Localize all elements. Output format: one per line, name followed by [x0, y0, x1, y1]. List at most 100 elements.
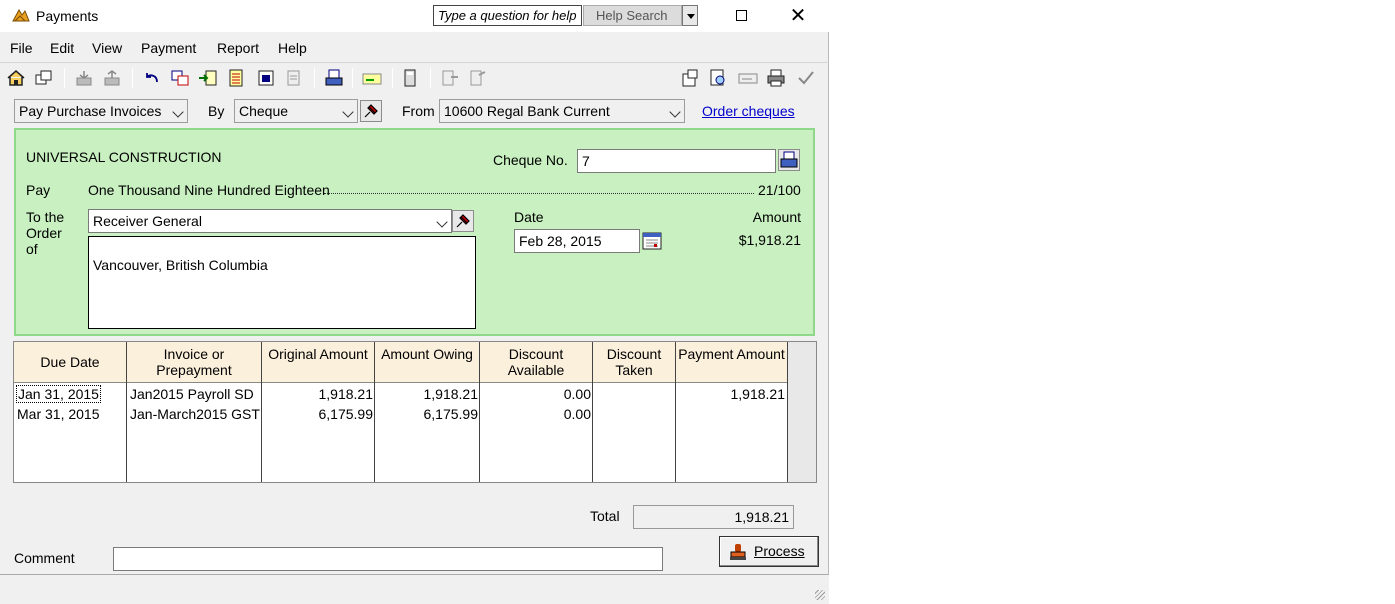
home-icon[interactable]: [6, 69, 26, 87]
chevron-down-icon: [669, 106, 681, 118]
from-label: From: [402, 103, 435, 119]
payment-method-value: Cheque: [239, 103, 289, 119]
from-account-select[interactable]: 10600 Regal Bank Current: [439, 99, 685, 123]
app-logo-icon: [12, 8, 30, 22]
help-dropdown-button[interactable]: [682, 5, 698, 26]
header-discount-taken: Discount Taken: [593, 342, 675, 383]
to-order-label: To the Order of: [26, 209, 65, 257]
adjust-cheque-icon[interactable]: [170, 69, 190, 87]
menu-bar: File Edit View Payment Report Help: [0, 36, 829, 58]
menu-file[interactable]: File: [10, 40, 33, 56]
pin-method-button[interactable]: [360, 100, 382, 122]
menu-view[interactable]: View: [92, 40, 122, 56]
by-label: By: [208, 103, 225, 119]
help-search-button[interactable]: Help Search: [583, 5, 682, 26]
cents-fraction: 21/100: [758, 182, 801, 198]
toolbar-separator: [64, 68, 65, 88]
header-due-date: Due Date: [14, 342, 126, 383]
payments-window: Payments Type a question for help Help S…: [0, 0, 829, 604]
toolbar-separator: [392, 68, 393, 88]
row2-owing[interactable]: 6,175.99: [377, 406, 479, 422]
date-label: Date: [514, 209, 544, 225]
menu-help[interactable]: Help: [278, 40, 307, 56]
row2-due-date[interactable]: Mar 31, 2015: [17, 406, 100, 422]
row1-payment[interactable]: 1,918.21: [678, 386, 786, 402]
menu-edit[interactable]: Edit: [50, 40, 74, 56]
payment-type-value: Pay Purchase Invoices: [19, 103, 162, 119]
company-name: UNIVERSAL CONSTRUCTION: [26, 149, 222, 165]
invoice-table: Due Date Invoice or Prepayment Original …: [13, 341, 817, 483]
toolbar-separator: [430, 68, 431, 88]
close-button[interactable]: ✕: [775, 0, 821, 32]
print-cheque-icon: [780, 151, 798, 168]
process-button[interactable]: Process: [719, 536, 819, 567]
print-cheque-icon[interactable]: [324, 69, 344, 87]
post-disabled-icon[interactable]: [284, 69, 304, 87]
recall-icon[interactable]: [102, 69, 122, 87]
pin-payee-button[interactable]: [452, 210, 474, 232]
checkmark-icon[interactable]: [796, 69, 816, 87]
menu-report[interactable]: Report: [217, 40, 259, 56]
cheque-no-input[interactable]: 7: [577, 149, 776, 173]
amount-value: $1,918.21: [738, 232, 801, 248]
from-account-value: 10600 Regal Bank Current: [444, 103, 610, 119]
menu-payment[interactable]: Payment: [141, 40, 196, 56]
lookup-icon[interactable]: [198, 69, 218, 87]
chevron-down-icon: [342, 106, 354, 118]
help-question-input[interactable]: Type a question for help: [433, 5, 582, 26]
cheque-icon[interactable]: [738, 69, 758, 87]
payee-address-field[interactable]: Vancouver, British Columbia: [88, 236, 476, 329]
date-input[interactable]: Feb 28, 2015: [514, 229, 640, 253]
comment-label: Comment: [14, 550, 75, 566]
fill-forward-icon[interactable]: [440, 69, 460, 87]
print-preview-icon[interactable]: [708, 69, 728, 87]
header-discount-available: Discount Available: [480, 342, 592, 383]
row2-discount-available[interactable]: 0.00: [482, 406, 591, 422]
amount-in-words: One Thousand Nine Hundred Eighteen: [88, 182, 330, 198]
cheque-no-label: Cheque No.: [493, 152, 568, 168]
store-icon[interactable]: [74, 69, 94, 87]
table-scroll-area[interactable]: [788, 342, 816, 482]
row1-invoice[interactable]: Jan2015 Payroll SD: [130, 386, 254, 402]
header-payment-amount: Payment Amount: [676, 342, 787, 383]
toolbar-separator: [352, 68, 353, 88]
payment-method-select[interactable]: Cheque: [234, 99, 358, 123]
row2-invoice[interactable]: Jan-March2015 GST: [130, 406, 260, 422]
row1-discount-available[interactable]: 0.00: [482, 386, 591, 402]
fill-back-icon[interactable]: [468, 69, 488, 87]
row2-original[interactable]: 6,175.99: [264, 406, 374, 422]
row1-original[interactable]: 1,918.21: [264, 386, 374, 402]
row1-owing[interactable]: 1,918.21: [377, 386, 479, 402]
cheque-number-lookup-button[interactable]: [778, 149, 800, 171]
total-label: Total: [590, 508, 620, 524]
close-icon: ✕: [789, 5, 807, 27]
journal-icon[interactable]: [226, 69, 246, 87]
undo-icon[interactable]: [142, 69, 162, 87]
payee-select[interactable]: Receiver General: [88, 209, 452, 233]
email-icon[interactable]: [362, 69, 382, 87]
row1-due-date[interactable]: Jan 31, 2015: [16, 385, 101, 403]
payee-value: Receiver General: [93, 213, 202, 229]
cheque-panel: UNIVERSAL CONSTRUCTION Cheque No. 7 Pay …: [14, 128, 815, 336]
pushpin-icon: [456, 214, 470, 228]
calendar-icon: [642, 232, 662, 250]
chevron-down-icon: [436, 216, 448, 228]
status-bar: [0, 574, 829, 604]
maximize-button[interactable]: [718, 0, 764, 32]
printer-icon[interactable]: [766, 69, 786, 87]
comment-input[interactable]: [113, 547, 663, 571]
windows-icon[interactable]: [34, 69, 54, 87]
header-amount-owing: Amount Owing: [375, 342, 479, 383]
toolbar: [0, 62, 829, 92]
pushpin-icon: [364, 104, 378, 118]
stamp-icon: [730, 544, 746, 560]
toolbar-separator: [314, 68, 315, 88]
vendor-record-icon[interactable]: [680, 69, 700, 87]
order-cheques-link[interactable]: Order cheques: [702, 103, 795, 119]
track-shipment-icon[interactable]: [256, 69, 276, 87]
resize-grip-icon[interactable]: [815, 590, 825, 600]
calendar-button[interactable]: [642, 231, 662, 251]
calculator-icon[interactable]: [400, 69, 420, 87]
payment-type-select[interactable]: Pay Purchase Invoices: [14, 99, 188, 123]
total-value: 1,918.21: [633, 505, 794, 529]
